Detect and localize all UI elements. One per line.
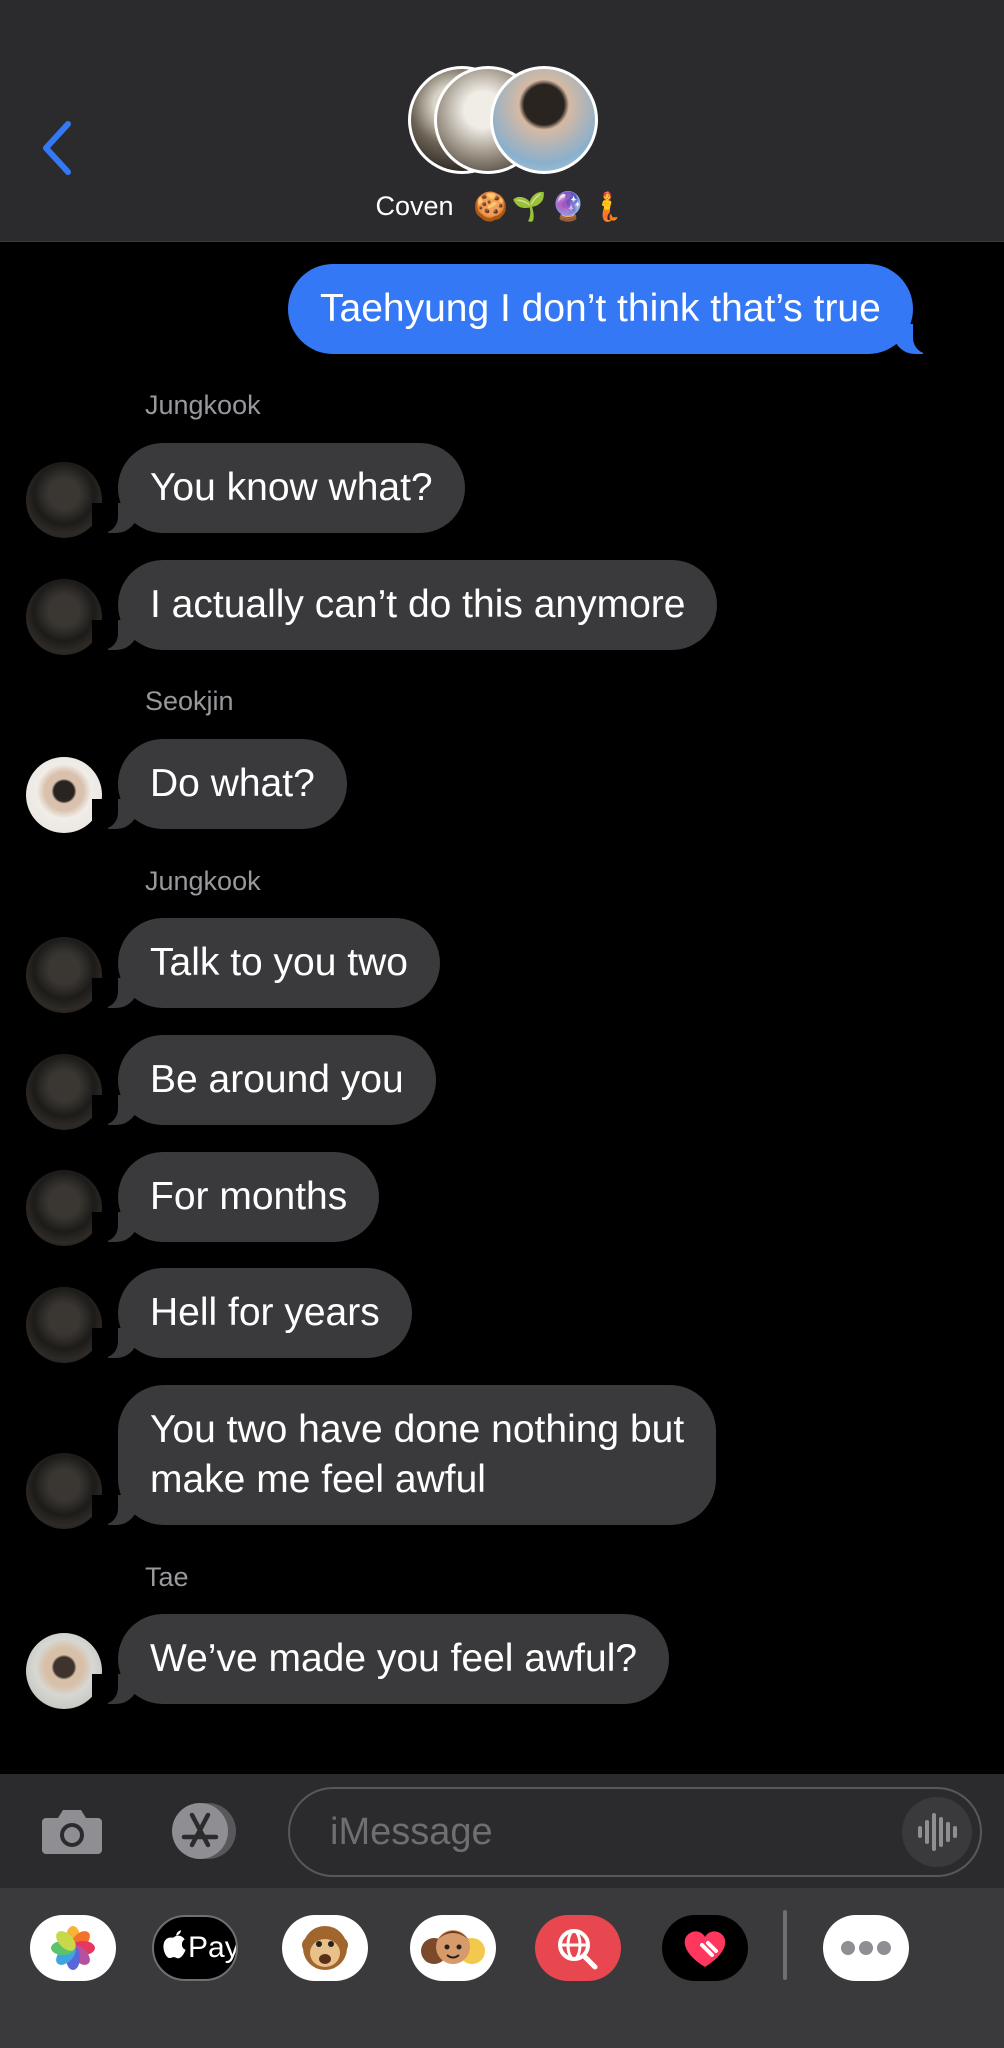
outgoing-message-bubble[interactable]: Taehyung I don’t think that’s true	[288, 264, 939, 354]
conversation-title-row[interactable]: Coven 🍪🌱🔮🧜	[0, 190, 1004, 223]
message-text: Be around you	[150, 1058, 404, 1101]
message-text: Do what?	[150, 762, 315, 805]
message-text-line: You two have done nothing but	[150, 1408, 685, 1451]
message-text: Taehyung I don’t think that’s true	[320, 287, 881, 330]
globe-search-icon	[558, 1929, 598, 1970]
incoming-message-bubble[interactable]: For months	[91, 1152, 380, 1242]
contact-avatar-jungkook[interactable]	[26, 579, 102, 655]
sender-name: Seokjin	[145, 686, 234, 716]
conversation-header: Coven 🍪🌱🔮🧜	[0, 0, 1004, 242]
incoming-message-bubble[interactable]: I actually can’t do this anymore	[91, 560, 718, 650]
contact-avatar-jungkook[interactable]	[26, 1054, 102, 1130]
contact-avatar-jungkook[interactable]	[26, 462, 102, 538]
contact-avatar-jungkook[interactable]	[26, 1287, 102, 1363]
digital-touch-app-icon[interactable]	[662, 1915, 748, 1981]
message-text: Hell for years	[150, 1291, 380, 1334]
message-text-line: make me feel awful	[150, 1458, 486, 1501]
contact-avatar-tae[interactable]	[26, 1633, 102, 1709]
ellipsis-icon	[841, 1941, 891, 1955]
incoming-message-bubble[interactable]: Hell for years	[92, 1268, 412, 1358]
sender-name: Jungkook	[145, 866, 261, 896]
contact-avatar-jungkook[interactable]	[26, 937, 102, 1013]
camera-icon[interactable]	[40, 1806, 104, 1856]
photos-flower-icon	[51, 1926, 95, 1970]
audio-message-button[interactable]	[902, 1797, 972, 1867]
sender-name: Tae	[145, 1562, 189, 1592]
incoming-message-bubble[interactable]: Be around you	[92, 1035, 436, 1125]
compose-bar	[0, 1774, 1004, 1888]
message-text: You know what?	[150, 466, 433, 509]
waveform-icon	[918, 1813, 957, 1851]
group-avatar-3	[490, 66, 598, 174]
group-avatar-stack[interactable]	[408, 66, 598, 176]
message-text: Talk to you two	[150, 941, 408, 984]
apple-pay-app-icon[interactable]: Pay	[152, 1915, 238, 1981]
incoming-message-bubble[interactable]: You know what?	[92, 443, 465, 533]
images-search-app-icon[interactable]	[535, 1915, 621, 1981]
imessage-app-drawer: Pay	[0, 1888, 1004, 2048]
message-field[interactable]	[288, 1787, 982, 1877]
incoming-message-bubble[interactable]: You two have done nothing but make me fe…	[91, 1385, 717, 1525]
message-text: I actually can’t do this anymore	[150, 583, 686, 626]
contact-avatar-jungkook[interactable]	[26, 1170, 102, 1246]
conversation-title: Coven	[375, 191, 454, 222]
heart-touch-icon	[684, 1931, 726, 1967]
app-drawer-divider	[783, 1910, 787, 1980]
message-input[interactable]	[330, 1807, 870, 1857]
incoming-message-bubble[interactable]: Talk to you two	[92, 918, 440, 1008]
back-chevron-icon[interactable]	[38, 118, 78, 178]
message-text: We’ve made you feel awful?	[150, 1637, 638, 1680]
sender-name: Jungkook	[145, 390, 261, 420]
animoji-app-icon[interactable]	[282, 1915, 368, 1981]
contact-avatar-jungkook[interactable]	[26, 1453, 102, 1529]
more-apps-button[interactable]	[823, 1915, 909, 1981]
monkey-face-icon	[302, 1926, 348, 1970]
app-store-icon[interactable]	[162, 1801, 242, 1861]
memoji-faces-icon	[421, 1930, 485, 1964]
incoming-message-bubble[interactable]: Do what?	[92, 739, 347, 829]
contact-avatar-seokjin[interactable]	[26, 757, 102, 833]
message-text: For months	[150, 1175, 348, 1218]
memoji-stickers-app-icon[interactable]	[410, 1915, 496, 1981]
incoming-message-bubble[interactable]: We’ve made you feel awful?	[91, 1614, 670, 1704]
photos-app-icon[interactable]	[30, 1915, 116, 1981]
conversation-title-emojis: 🍪🌱🔮🧜	[473, 191, 629, 223]
apple-pay-label: Pay	[188, 1931, 238, 1964]
